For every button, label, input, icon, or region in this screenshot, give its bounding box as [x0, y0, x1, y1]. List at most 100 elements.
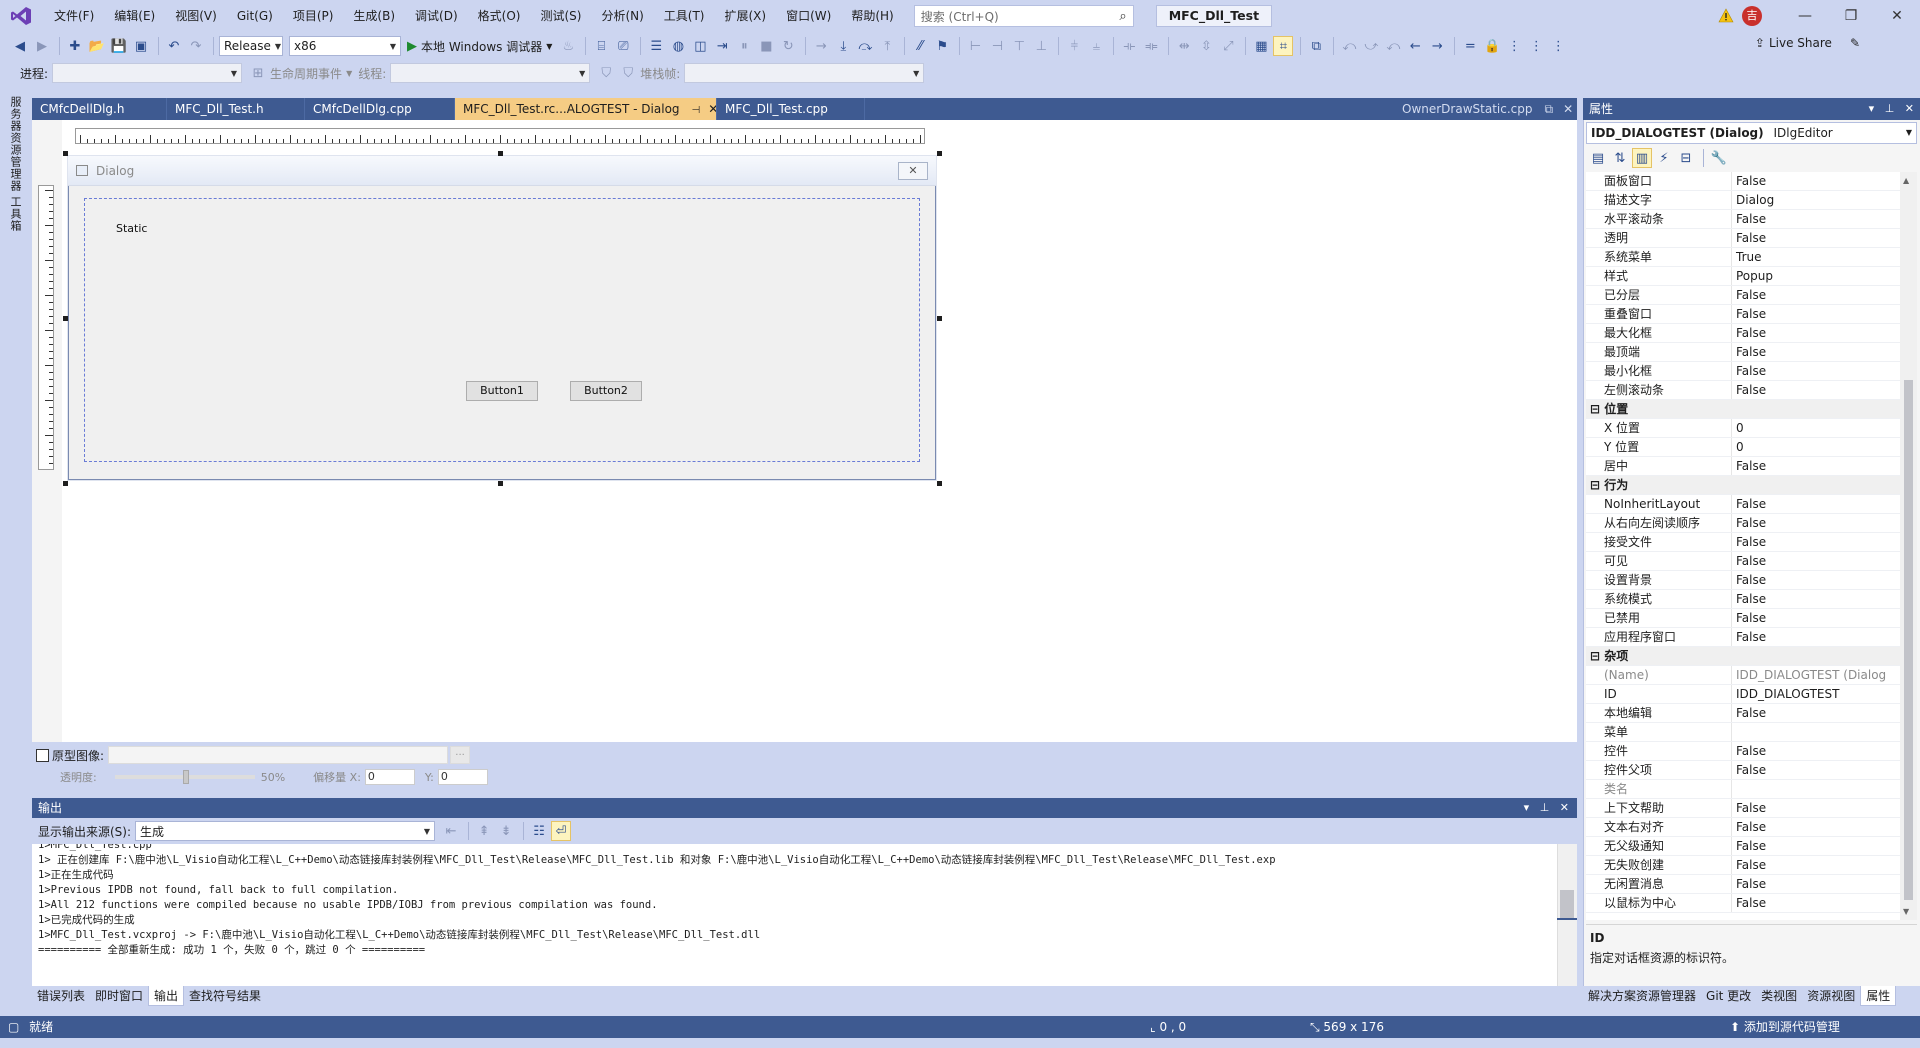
- browse-button[interactable]: ...: [450, 746, 471, 764]
- property-row[interactable]: X 位置 0: [1586, 419, 1900, 438]
- collapse-icon[interactable]: ⊟: [1590, 649, 1604, 663]
- slider-thumb[interactable]: [182, 770, 189, 784]
- output-source-select[interactable]: 生成 ▼: [135, 821, 436, 841]
- pin-icon[interactable]: ⊥: [1540, 801, 1550, 814]
- property-value[interactable]: False: [1732, 590, 1900, 608]
- property-row[interactable]: 类名: [1586, 780, 1900, 799]
- property-value[interactable]: [1732, 476, 1900, 494]
- tab-git-changes[interactable]: Git 更改: [1701, 986, 1756, 1006]
- screenshot-icon[interactable]: ⎚: [613, 36, 633, 56]
- property-value[interactable]: False: [1732, 856, 1900, 874]
- save-icon[interactable]: 💾: [109, 36, 129, 56]
- test-dialog-icon[interactable]: ⧉: [1306, 36, 1326, 56]
- property-category[interactable]: ⊟ 位置: [1586, 400, 1900, 419]
- property-row[interactable]: 水平滚动条 False: [1586, 210, 1900, 229]
- toolbox-tab[interactable]: 工具箱: [7, 196, 23, 232]
- save-all-icon[interactable]: ▣: [131, 36, 151, 56]
- property-grid[interactable]: 面板窗口 False 描述文字 Dialog 水平滚动条 False 透明 False 系统菜单…: [1586, 172, 1900, 920]
- property-row[interactable]: 系统菜单 True: [1586, 248, 1900, 267]
- pin-icon[interactable]: ⊥: [1885, 102, 1895, 115]
- globe-icon[interactable]: ◍: [668, 36, 688, 56]
- static-text-control[interactable]: Static: [116, 222, 147, 235]
- previous-message-icon[interactable]: ⇞: [474, 821, 494, 841]
- property-row[interactable]: 已禁用 False: [1586, 609, 1900, 628]
- tab-immediate[interactable]: 即时窗口: [90, 986, 148, 1006]
- property-row[interactable]: 无闲置消息 False: [1586, 875, 1900, 894]
- property-value[interactable]: False: [1732, 875, 1900, 893]
- pin-icon[interactable]: ⊣: [692, 105, 701, 116]
- property-value[interactable]: [1732, 780, 1900, 798]
- menu-item[interactable]: 生成(B): [343, 0, 405, 32]
- doc-tab[interactable]: MFC_Dll_Test.cpp: [717, 98, 865, 120]
- tab-resource-view[interactable]: 资源视图: [1802, 986, 1860, 1006]
- align-top-icon[interactable]: ⊤: [1009, 36, 1029, 56]
- property-value[interactable]: False: [1732, 837, 1900, 855]
- property-category[interactable]: ⊟ 杂项: [1586, 647, 1900, 666]
- menu-item[interactable]: 文件(F): [44, 0, 104, 32]
- redo-layout-icon[interactable]: ⤺: [1383, 36, 1403, 56]
- word-wrap-icon[interactable]: ⏎: [551, 821, 572, 841]
- collapse-icon[interactable]: ⊟: [1590, 402, 1604, 416]
- toggle-grid-icon[interactable]: ▦: [1251, 36, 1271, 56]
- property-value[interactable]: False: [1732, 210, 1900, 228]
- property-value[interactable]: False: [1732, 362, 1900, 380]
- property-row[interactable]: Y 位置 0: [1586, 438, 1900, 457]
- property-value[interactable]: Dialog: [1732, 191, 1900, 209]
- warning-icon[interactable]: [1718, 8, 1734, 24]
- menu-item[interactable]: 格式(O): [468, 0, 531, 32]
- output-scroll-thumb[interactable]: [1560, 890, 1574, 920]
- property-value[interactable]: False: [1732, 495, 1900, 513]
- chevron-down-icon[interactable]: ▾: [1524, 801, 1530, 814]
- scroll-down-icon[interactable]: ▼: [1903, 907, 1909, 916]
- fire-icon[interactable]: ♨: [558, 36, 578, 56]
- stack-frame-select[interactable]: ▼: [684, 63, 925, 83]
- stop-icon[interactable]: ■: [756, 36, 776, 56]
- resize-handle[interactable]: [498, 481, 503, 486]
- make-same-width-icon[interactable]: ⇹: [1174, 36, 1194, 56]
- property-value[interactable]: 0: [1732, 419, 1900, 437]
- button1-control[interactable]: Button1: [466, 381, 538, 401]
- property-value[interactable]: [1732, 723, 1900, 741]
- property-value[interactable]: False: [1732, 324, 1900, 342]
- navigate-forward-icon[interactable]: →: [1427, 36, 1447, 56]
- space-across-icon[interactable]: ⟛: [1119, 36, 1139, 56]
- comment-icon[interactable]: ⁄⁄: [910, 36, 930, 56]
- live-share-button[interactable]: ⇪ Live Share ✎: [1755, 36, 1860, 50]
- restart-icon[interactable]: ↻: [778, 36, 798, 56]
- property-row[interactable]: 最大化框 False: [1586, 324, 1900, 343]
- scroll-up-icon[interactable]: ▲: [1903, 176, 1909, 185]
- process-select[interactable]: ▼: [52, 63, 243, 83]
- property-value[interactable]: False: [1732, 818, 1900, 836]
- menu-item[interactable]: 工具(T): [654, 0, 715, 32]
- property-row[interactable]: (Name) IDD_DIALOGTEST (Dialog: [1586, 666, 1900, 685]
- menu-item[interactable]: 窗口(W): [776, 0, 841, 32]
- tab-class-view[interactable]: 类视图: [1756, 986, 1802, 1006]
- menu-item[interactable]: 调试(D): [405, 0, 468, 32]
- property-row[interactable]: 控件父项 False: [1586, 761, 1900, 780]
- preview-tab[interactable]: OwnerDrawStatic.cpp ⧉ ✕ ▼ ⚙: [1402, 98, 1611, 120]
- property-row[interactable]: 设置背景 False: [1586, 571, 1900, 590]
- align-right-icon[interactable]: ⊣: [987, 36, 1007, 56]
- step-out-icon[interactable]: ⤒: [877, 36, 897, 56]
- property-row[interactable]: 描述文字 Dialog: [1586, 191, 1900, 210]
- menu-item[interactable]: 编辑(E): [104, 0, 165, 32]
- clear-filter-icon[interactable]: ⛉: [618, 63, 638, 83]
- space-down-icon[interactable]: ⟚: [1141, 36, 1161, 56]
- open-folder-icon[interactable]: 📂: [87, 36, 107, 56]
- restore-button[interactable]: ❐: [1828, 8, 1874, 24]
- prototype-checkbox[interactable]: [36, 748, 49, 762]
- step-over-icon[interactable]: ⤼: [855, 36, 875, 56]
- find-in-files-icon[interactable]: ⌸: [591, 36, 611, 56]
- property-row[interactable]: 系统模式 False: [1586, 590, 1900, 609]
- property-value[interactable]: False: [1732, 286, 1900, 304]
- tab-properties[interactable]: 属性: [1860, 986, 1897, 1006]
- property-value[interactable]: False: [1732, 514, 1900, 532]
- offset-y-input[interactable]: 0: [437, 769, 488, 785]
- bookmark-icon[interactable]: ⚑: [932, 36, 952, 56]
- transparency-slider[interactable]: [114, 770, 255, 784]
- resize-handle[interactable]: [937, 151, 942, 156]
- menu-item[interactable]: 视图(V): [165, 0, 227, 32]
- resize-handle[interactable]: [63, 481, 68, 486]
- menu-item[interactable]: 分析(N): [591, 0, 653, 32]
- property-value[interactable]: [1732, 647, 1900, 665]
